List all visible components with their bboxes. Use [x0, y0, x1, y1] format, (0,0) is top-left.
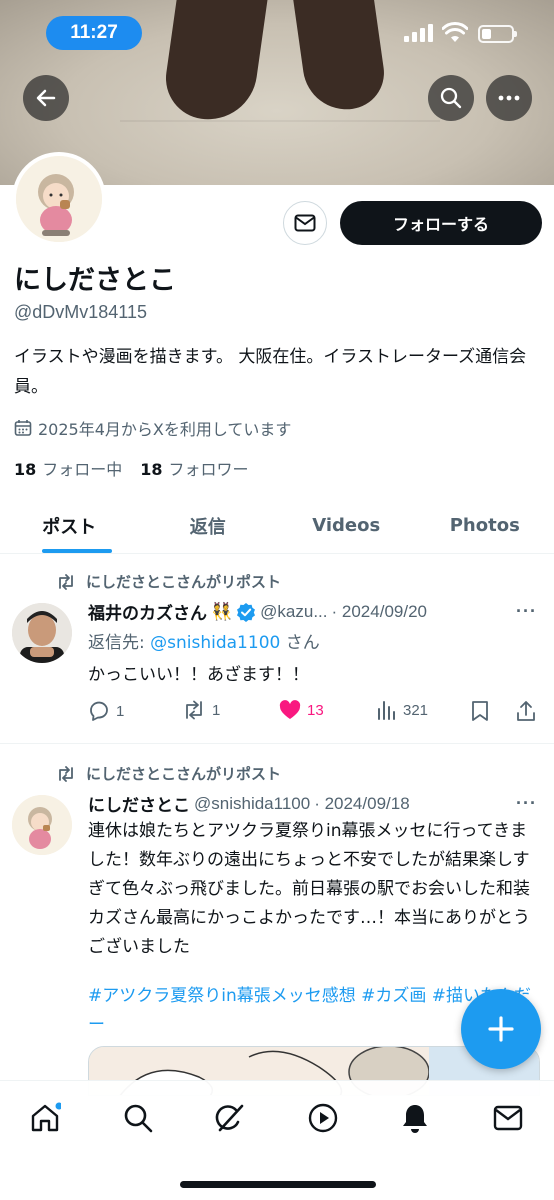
post-author[interactable]: にしださとこ — [88, 791, 190, 816]
share-icon — [517, 701, 535, 721]
post-header: 福井のカズさん 👯 @kazu... · 2024/09/20 — [88, 599, 427, 625]
like-count: 13 — [307, 701, 324, 719]
tab-videos[interactable]: Videos — [277, 498, 416, 553]
post-more-button[interactable]: ··· — [516, 793, 537, 814]
reply-suffix: さん — [280, 633, 320, 653]
follow-button[interactable]: フォローする — [340, 201, 542, 245]
share-button[interactable] — [516, 700, 536, 722]
avatar-illustration — [16, 156, 102, 242]
repost-icon — [186, 700, 202, 720]
status-time: 11:27 — [46, 16, 142, 50]
tab-posts[interactable]: ポスト — [0, 498, 139, 553]
repost-indicator: にしださとこさんがリポスト — [56, 571, 281, 592]
repost-count: 1 — [212, 701, 221, 719]
profile-display-name: にしださとこ — [14, 265, 176, 296]
tab-replies[interactable]: 返信 — [139, 498, 278, 553]
reply-prefix: 返信先: — [88, 633, 151, 653]
followers-label: フォロワー — [168, 460, 249, 479]
bookmark-button[interactable] — [471, 700, 489, 722]
profile-tabs: ポスト 返信 Videos Photos — [0, 498, 554, 554]
profile-joined: 2025年4月からXを利用しています — [14, 416, 291, 440]
profile-avatar[interactable] — [12, 152, 106, 246]
nav-search[interactable] — [121, 1101, 155, 1135]
follow-counts: 18 フォロー中 18 フォロワー — [14, 456, 249, 480]
nav-home[interactable] — [28, 1101, 62, 1135]
followers-count: 18 — [140, 460, 163, 479]
reply-to: 返信先: @snishida1100 さん — [88, 628, 320, 653]
post-actions: 1 1 13 321 — [88, 700, 540, 726]
repost-icon — [59, 573, 73, 590]
repost-label: にしださとこさんがリポスト — [86, 765, 282, 783]
repost-icon — [59, 765, 73, 782]
repost-label: にしださとこさんがリポスト — [86, 573, 282, 591]
search-button[interactable] — [428, 75, 474, 121]
avatar-photo — [12, 603, 72, 663]
battery-icon — [478, 25, 517, 43]
post-author[interactable]: 福井のカズさん — [88, 599, 207, 624]
post-more-button[interactable]: ··· — [516, 601, 537, 622]
nav-messages[interactable] — [491, 1101, 525, 1135]
back-arrow-icon — [36, 89, 56, 107]
post-divider — [0, 743, 554, 744]
compose-button[interactable] — [461, 989, 541, 1069]
bell-icon — [403, 1105, 427, 1133]
bookmark-icon — [472, 701, 488, 721]
grok-icon — [215, 1104, 244, 1132]
repost-button[interactable]: 1 — [182, 700, 220, 720]
more-button[interactable] — [486, 75, 532, 121]
back-button[interactable] — [23, 75, 69, 121]
wifi-icon — [442, 22, 468, 42]
like-icon — [279, 700, 301, 719]
reply-button[interactable]: 1 — [88, 700, 124, 722]
search-icon — [440, 87, 462, 109]
post-date[interactable]: · 2024/09/20 — [332, 602, 427, 622]
status-bar: 11:27 — [0, 0, 554, 60]
profile-handle: @dDvMv184115 — [14, 302, 148, 322]
nav-grok[interactable] — [213, 1101, 247, 1135]
profile-bio: イラストや漫画を描きます。 大阪在住。イラストレーターズ通信会員。 — [14, 347, 527, 397]
mail-icon — [294, 214, 316, 232]
nav-video[interactable] — [306, 1101, 340, 1135]
messages-icon — [493, 1105, 523, 1131]
views-count: 321 — [403, 701, 429, 719]
repost-indicator: にしださとこさんがリポスト — [56, 763, 281, 784]
tab-photos[interactable]: Photos — [416, 498, 554, 553]
post-handle[interactable]: @snishida1100 — [194, 794, 310, 814]
post-date[interactable]: · 2024/09/18 — [314, 794, 409, 814]
cellular-signal-icon — [404, 24, 433, 42]
video-icon — [308, 1103, 338, 1133]
reply-mention[interactable]: @snishida1100 — [150, 633, 280, 653]
nav-notifications[interactable] — [398, 1101, 432, 1135]
following-count: 18 — [14, 460, 37, 479]
verified-icon — [237, 602, 256, 622]
reply-count: 1 — [116, 702, 125, 720]
following-link[interactable]: 18 フォロー中 — [14, 456, 122, 480]
home-indicator — [180, 1181, 376, 1188]
post-avatar[interactable] — [12, 603, 72, 663]
like-button[interactable]: 13 — [279, 700, 324, 720]
views-button[interactable]: 321 — [377, 700, 428, 720]
banner-photo-detail — [120, 120, 440, 122]
post-text: 連休は娘たちとアツクラ夏祭りin幕張メッセに行ってきました！数年ぶりの遠出にちょ… — [88, 821, 530, 957]
author-emoji: 👯 — [211, 601, 233, 621]
calendar-icon — [14, 420, 32, 436]
post-header: にしださとこ @snishida1100 · 2024/09/18 — [88, 791, 410, 817]
followers-link[interactable]: 18 フォロワー — [140, 456, 248, 480]
reply-icon — [90, 701, 108, 721]
post-avatar[interactable] — [12, 795, 72, 855]
post-text: かっこいい！！あざます！！ — [88, 665, 309, 685]
following-label: フォロー中 — [42, 460, 123, 479]
message-button[interactable] — [283, 201, 327, 245]
home-icon — [31, 1102, 61, 1132]
plus-icon — [488, 1016, 514, 1042]
more-icon — [498, 95, 520, 101]
views-icon — [378, 701, 395, 720]
search-icon — [124, 1104, 153, 1133]
avatar-illustration — [12, 795, 72, 855]
joined-text: 2025年4月からXを利用しています — [38, 420, 292, 439]
post-handle[interactable]: @kazu... — [260, 602, 327, 622]
